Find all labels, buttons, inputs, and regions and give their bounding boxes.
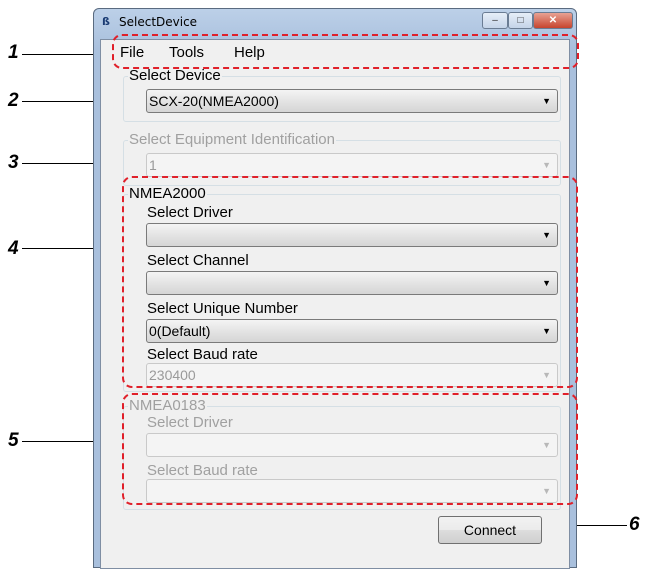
select-device-group: Select Device SCX-20(NMEA2000) ▼: [123, 68, 561, 122]
callout-3: 3: [8, 152, 19, 173]
equipment-id-combo[interactable]: 1 ▼: [146, 153, 558, 177]
connect-button[interactable]: Connect: [438, 516, 542, 544]
callout-2: 2: [8, 90, 19, 111]
close-icon: ✕: [548, 15, 558, 26]
equipment-id-label: Select Equipment Identification: [128, 131, 336, 148]
app-icon: ß: [102, 15, 110, 28]
minimize-button[interactable]: –: [482, 12, 508, 29]
callout-5-frame: [122, 393, 578, 505]
minimize-icon: –: [492, 15, 498, 26]
callout-5: 5: [8, 430, 19, 451]
maximize-button[interactable]: □: [508, 12, 533, 29]
window-title: SelectDevice: [119, 15, 198, 29]
callout-4: 4: [8, 238, 19, 259]
title-bar[interactable]: ß SelectDevice – □ ✕: [94, 9, 576, 35]
callout-4-frame: [122, 176, 578, 388]
select-device-combo[interactable]: SCX-20(NMEA2000) ▼: [146, 89, 558, 113]
callout-1: 1: [8, 42, 19, 63]
chevron-down-icon: ▼: [542, 160, 551, 170]
callout-1-frame: [112, 34, 579, 69]
callout-6: 6: [629, 514, 640, 535]
maximize-icon: □: [517, 15, 524, 26]
close-button[interactable]: ✕: [533, 12, 573, 29]
chevron-down-icon: ▼: [542, 96, 551, 106]
equipment-id-value: 1: [149, 157, 157, 173]
select-device-label: Select Device: [128, 67, 222, 84]
select-device-value: SCX-20(NMEA2000): [149, 93, 279, 109]
